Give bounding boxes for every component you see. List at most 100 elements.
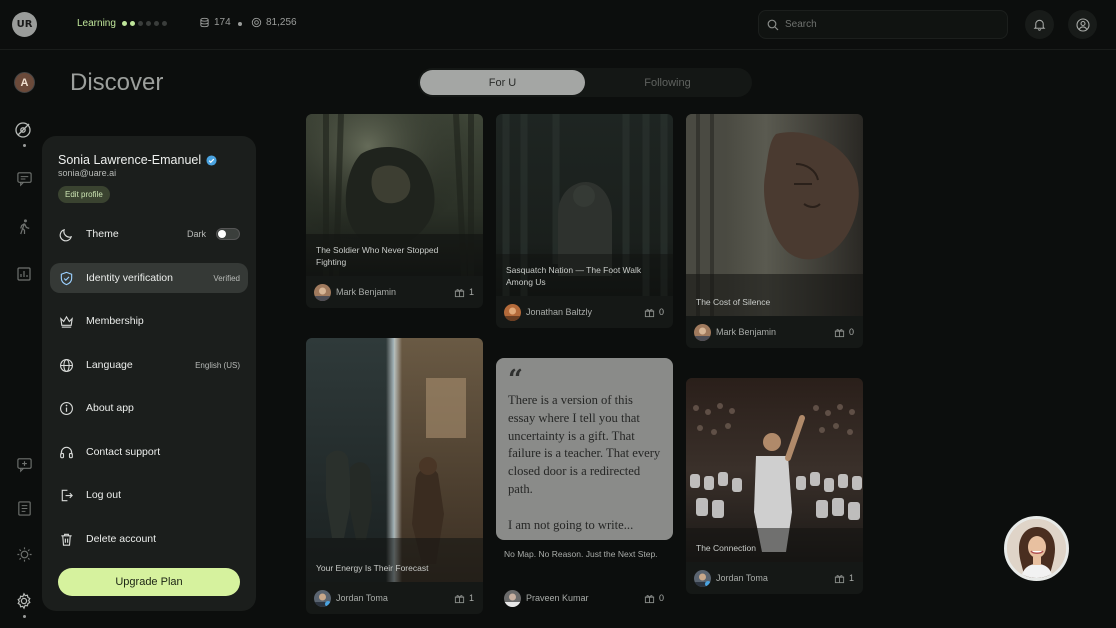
theme-toggle[interactable] <box>216 228 240 240</box>
language-value: English (US) <box>195 360 240 370</box>
account-button[interactable] <box>1068 10 1097 39</box>
globe-icon <box>58 357 74 373</box>
menu-item-delete-account[interactable]: Delete account <box>50 524 248 554</box>
crown-icon <box>58 313 74 329</box>
add-comment-icon <box>16 457 32 472</box>
story-card-title: Your Energy Is Their Forecast <box>316 562 429 573</box>
rail-analytics[interactable] <box>14 264 34 284</box>
stat-coins-value: 174 <box>214 17 231 28</box>
assistant-avatar[interactable] <box>1004 516 1069 581</box>
search-bar[interactable]: Search <box>758 10 1008 39</box>
rail-avatar[interactable]: A <box>14 72 35 93</box>
gift-icon <box>834 328 845 337</box>
story-card[interactable]: The Soldier Who Never Stopped Fighting M… <box>306 114 483 308</box>
theme-value: Dark <box>186 229 206 239</box>
tab-following[interactable]: Following <box>585 70 750 95</box>
stat-points-value: 81,256 <box>266 17 297 28</box>
stat-coins: 174 <box>199 17 231 28</box>
quote-text: There is a version of this essay where I… <box>508 393 661 496</box>
profile-name: Sonia Lawrence-Emanuel <box>58 153 202 167</box>
progress-dot <box>146 21 151 26</box>
gift-icon <box>644 308 655 317</box>
user-icon <box>1075 17 1090 32</box>
story-card-footer: Jordan Toma 1 <box>686 562 863 594</box>
story-card-image: The Cost of Silence <box>686 114 863 316</box>
menu-item-membership[interactable]: Membership <box>50 306 248 336</box>
story-card-footer: Mark Benjamin 1 <box>306 276 483 308</box>
search-placeholder: Search <box>785 19 817 30</box>
author-avatar <box>694 323 711 341</box>
learning-progress-dots <box>122 21 167 26</box>
rail-activity[interactable] <box>14 216 34 236</box>
gift-icon <box>454 594 465 603</box>
author-avatar <box>694 569 711 587</box>
sun-icon <box>16 546 32 562</box>
quote-text-continued: I am not going to write... <box>508 517 634 532</box>
rail-add-post[interactable] <box>14 454 34 474</box>
progress-dot <box>122 21 127 26</box>
gift-icon <box>644 594 655 603</box>
trash-icon <box>58 531 74 547</box>
rail-messages[interactable] <box>14 168 34 188</box>
menu-item-theme[interactable]: Theme Dark <box>50 219 248 249</box>
story-card[interactable]: Sasquatch Nation — The Foot Walk Among U… <box>496 114 673 328</box>
story-card-title: No Map. No Reason. Just the Next Step. <box>504 549 658 559</box>
rail-discover[interactable] <box>14 120 34 140</box>
headset-icon <box>58 444 74 460</box>
story-card[interactable]: The Cost of Silence Mark Benjamin 0 <box>686 114 863 348</box>
rail-active-dot <box>23 144 26 147</box>
gift-count: 1 <box>454 287 474 298</box>
story-card-image: Your Energy Is Their Forecast <box>306 338 483 582</box>
quote-card[interactable]: “ There is a version of this essay where… <box>496 358 673 540</box>
story-card-footer: Praveen Kumar 0 <box>496 582 673 614</box>
menu-item-identity-verification[interactable]: Identity verification Verified <box>50 263 248 293</box>
gift-count: 0 <box>834 327 854 338</box>
upgrade-plan-button[interactable]: Upgrade Plan <box>58 568 240 596</box>
author-name: Mark Benjamin <box>336 287 397 297</box>
rail-theme[interactable] <box>14 544 34 564</box>
verification-status: Verified <box>213 273 240 283</box>
author-avatar <box>314 283 331 301</box>
gift-icon <box>454 288 465 297</box>
walking-icon <box>19 218 29 234</box>
story-card[interactable]: The Connection Jordan Toma 1 <box>686 378 863 594</box>
progress-dot <box>138 21 143 26</box>
notifications-button[interactable] <box>1025 10 1054 39</box>
app-logo[interactable]: UR <box>12 12 37 37</box>
menu-item-about-app[interactable]: About app <box>50 393 248 423</box>
verified-badge-icon <box>206 154 217 166</box>
menu-item-language[interactable]: Language English (US) <box>50 350 248 380</box>
menu-item-label: About app <box>86 402 134 414</box>
author-name: Mark Benjamin <box>716 327 777 337</box>
progress-dot <box>162 21 167 26</box>
rail-settings[interactable] <box>14 591 34 611</box>
progress-dot <box>154 21 159 26</box>
gift-count: 1 <box>454 593 474 604</box>
menu-item-log-out[interactable]: Log out <box>50 480 248 510</box>
author-name: Jordan Toma <box>336 593 388 603</box>
story-card-image: The Soldier Who Never Stopped Fighting <box>306 114 483 276</box>
gift-icon <box>834 574 845 583</box>
logout-icon <box>58 487 74 503</box>
story-card-image: The Connection <box>686 378 863 562</box>
separator-dot <box>238 22 242 26</box>
coin-icon <box>251 17 262 28</box>
chart-icon <box>17 267 31 281</box>
profile-email: sonia@uare.ai <box>58 168 117 178</box>
gift-count-value: 1 <box>468 287 474 297</box>
story-card-title: The Connection <box>696 542 757 553</box>
profile-name-row: Sonia Lawrence-Emanuel <box>58 153 217 167</box>
stat-points: 81,256 <box>251 17 297 28</box>
story-card[interactable]: Your Energy Is Their Forecast Jordan Tom… <box>306 338 483 614</box>
gift-count: 0 <box>644 593 664 604</box>
story-card-title: The Cost of Silence <box>696 296 771 307</box>
quote-mark-icon: “ <box>508 365 523 395</box>
author-name: Praveen Kumar <box>526 593 589 603</box>
edit-profile-button[interactable]: Edit profile <box>58 186 110 203</box>
rail-journal[interactable] <box>14 498 34 518</box>
discover-icon <box>15 122 31 138</box>
menu-item-label: Identity verification <box>86 272 173 284</box>
tab-for-u[interactable]: For U <box>420 70 585 95</box>
menu-item-contact-support[interactable]: Contact support <box>50 437 248 467</box>
author-name: Jonathan Baltzly <box>526 307 593 317</box>
